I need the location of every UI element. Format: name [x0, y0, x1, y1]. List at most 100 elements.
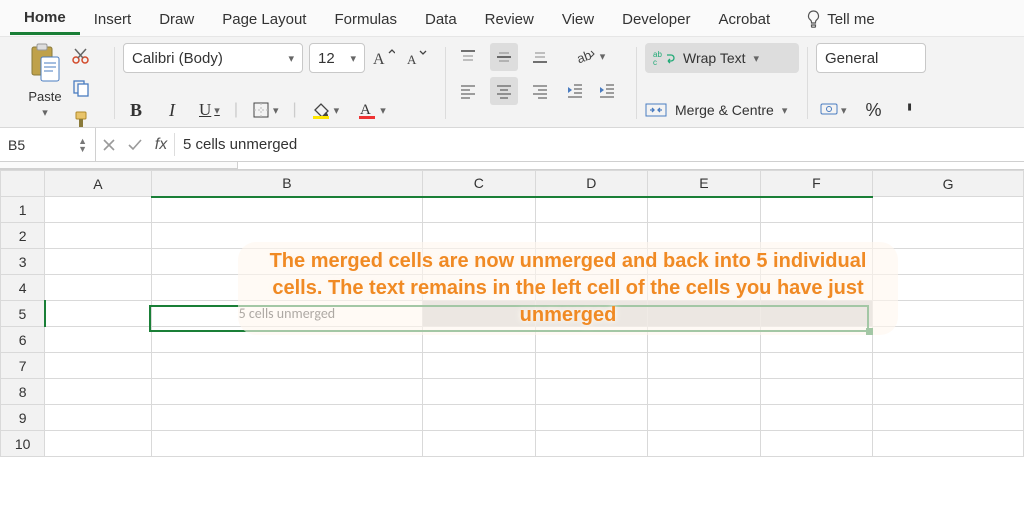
currency-icon [820, 102, 838, 118]
chevron-down-icon: ▾ [782, 104, 788, 117]
chevron-down-icon: ▾ [273, 104, 279, 117]
orientation-button[interactable]: ab ▾ [562, 43, 620, 69]
wrap-text-button[interactable]: abc Wrap Text ▾ [645, 43, 799, 73]
decrease-indent-button[interactable] [562, 77, 588, 103]
col-header-B[interactable]: B [151, 171, 422, 197]
tab-review[interactable]: Review [471, 3, 548, 34]
ribbon: Paste ▾ Calibri (Body)▾ [0, 36, 1024, 128]
increase-font-button[interactable]: A [371, 45, 397, 71]
chevron-down-icon: ▾ [841, 104, 847, 117]
increase-font-icon: A [373, 48, 395, 68]
row-header-10[interactable]: 10 [1, 431, 45, 457]
copy-button[interactable] [68, 75, 94, 101]
col-header-G[interactable]: G [873, 171, 1024, 197]
align-center-button[interactable] [490, 77, 518, 105]
col-header-E[interactable]: E [648, 171, 761, 197]
font-color-icon: A [357, 100, 377, 120]
borders-button[interactable]: ▾ [248, 97, 283, 123]
accounting-format-button[interactable]: ▾ [816, 97, 851, 123]
tab-insert[interactable]: Insert [80, 3, 146, 34]
comma-style-button[interactable]: י [897, 97, 923, 123]
col-header-C[interactable]: C [423, 171, 536, 197]
font-color-button[interactable]: A ▾ [353, 97, 390, 123]
tab-home[interactable]: Home [10, 1, 80, 35]
align-right-button[interactable] [526, 77, 554, 105]
align-left-button[interactable] [454, 77, 482, 105]
formula-input[interactable]: 5 cells unmerged [175, 136, 1024, 153]
svg-text:A: A [373, 51, 385, 68]
insert-function-button[interactable]: fx [148, 128, 174, 161]
svg-text:c: c [653, 58, 657, 67]
tab-page-layout[interactable]: Page Layout [208, 3, 320, 34]
number-format-select[interactable]: General [816, 43, 926, 73]
tab-acrobat[interactable]: Acrobat [704, 3, 784, 34]
row-header-5[interactable]: 5 [1, 301, 45, 327]
fill-color-button[interactable]: ▾ [307, 97, 344, 123]
scissors-icon [71, 46, 91, 66]
tab-formulas[interactable]: Formulas [320, 3, 411, 34]
align-middle-button[interactable] [490, 43, 518, 71]
row-header-4[interactable]: 4 [1, 275, 45, 301]
align-right-icon [531, 82, 549, 100]
tell-me-label: Tell me [827, 11, 875, 28]
copy-icon [71, 78, 91, 98]
tell-me-search[interactable]: Tell me [792, 2, 889, 34]
number-format-value: General [825, 50, 878, 67]
col-header-A[interactable]: A [45, 171, 152, 197]
row-header-8[interactable]: 8 [1, 379, 45, 405]
tab-developer[interactable]: Developer [608, 3, 704, 34]
select-all-corner[interactable] [1, 171, 45, 197]
chevron-down-icon: ▾ [214, 104, 220, 117]
underline-button[interactable]: U▾ [195, 97, 224, 123]
annotation-callout: The merged cells are now unmerged and ba… [238, 242, 898, 335]
align-bottom-icon [531, 48, 549, 66]
chevron-down-icon: ▾ [380, 104, 386, 117]
cancel-formula-button[interactable] [96, 128, 122, 161]
merge-icon [645, 102, 667, 118]
increase-indent-button[interactable] [594, 77, 620, 103]
row-header-6[interactable]: 6 [1, 327, 45, 353]
chevron-down-icon: ▾ [754, 52, 760, 65]
bold-button[interactable]: B [123, 97, 149, 123]
row-header-1[interactable]: 1 [1, 197, 45, 223]
font-name-value: Calibri (Body) [132, 50, 223, 67]
font-name-select[interactable]: Calibri (Body)▾ [123, 43, 303, 73]
name-box-value: B5 [8, 137, 25, 153]
clipboard-icon [29, 43, 61, 83]
group-alignment: ab ▾ [446, 41, 636, 125]
group-font: Calibri (Body)▾ 12▾ A A B I U▾ | ▾ | [115, 41, 445, 125]
font-size-select[interactable]: 12▾ [309, 43, 365, 73]
row-header-7[interactable]: 7 [1, 353, 45, 379]
percent-button[interactable]: % [861, 97, 887, 123]
col-header-D[interactable]: D [535, 171, 648, 197]
align-bottom-button[interactable] [526, 43, 554, 71]
tab-draw[interactable]: Draw [145, 3, 208, 34]
format-painter-button[interactable] [68, 107, 94, 133]
worksheet-grid[interactable]: A B C D E F G 1 2 3 4 5 5 cells unmerged… [0, 170, 1024, 457]
align-left-icon [459, 82, 477, 100]
underline-label: U [199, 100, 211, 120]
row-header-3[interactable]: 3 [1, 249, 45, 275]
italic-button[interactable]: I [159, 97, 185, 123]
cut-button[interactable] [68, 43, 94, 69]
row-header-2[interactable]: 2 [1, 223, 45, 249]
svg-text:A: A [407, 52, 417, 67]
borders-icon [252, 101, 270, 119]
tab-view[interactable]: View [548, 3, 608, 34]
paintbrush-icon [71, 110, 91, 130]
paste-button[interactable]: Paste ▾ [26, 43, 64, 133]
spinner-icon[interactable]: ▲▼ [78, 137, 87, 153]
chevron-down-icon: ▾ [600, 50, 606, 63]
row-header-9[interactable]: 9 [1, 405, 45, 431]
enter-formula-button[interactable] [122, 128, 148, 161]
orientation-icon: ab [577, 47, 597, 65]
col-header-F[interactable]: F [760, 171, 873, 197]
merge-centre-button[interactable]: Merge & Centre ▾ [645, 97, 799, 123]
wrap-text-label: Wrap Text [683, 50, 746, 66]
tab-data[interactable]: Data [411, 3, 471, 34]
close-icon [102, 138, 116, 152]
decrease-indent-icon [566, 81, 584, 99]
align-top-button[interactable] [454, 43, 482, 71]
decrease-font-button[interactable]: A [403, 45, 429, 71]
decrease-font-icon: A [405, 48, 427, 68]
